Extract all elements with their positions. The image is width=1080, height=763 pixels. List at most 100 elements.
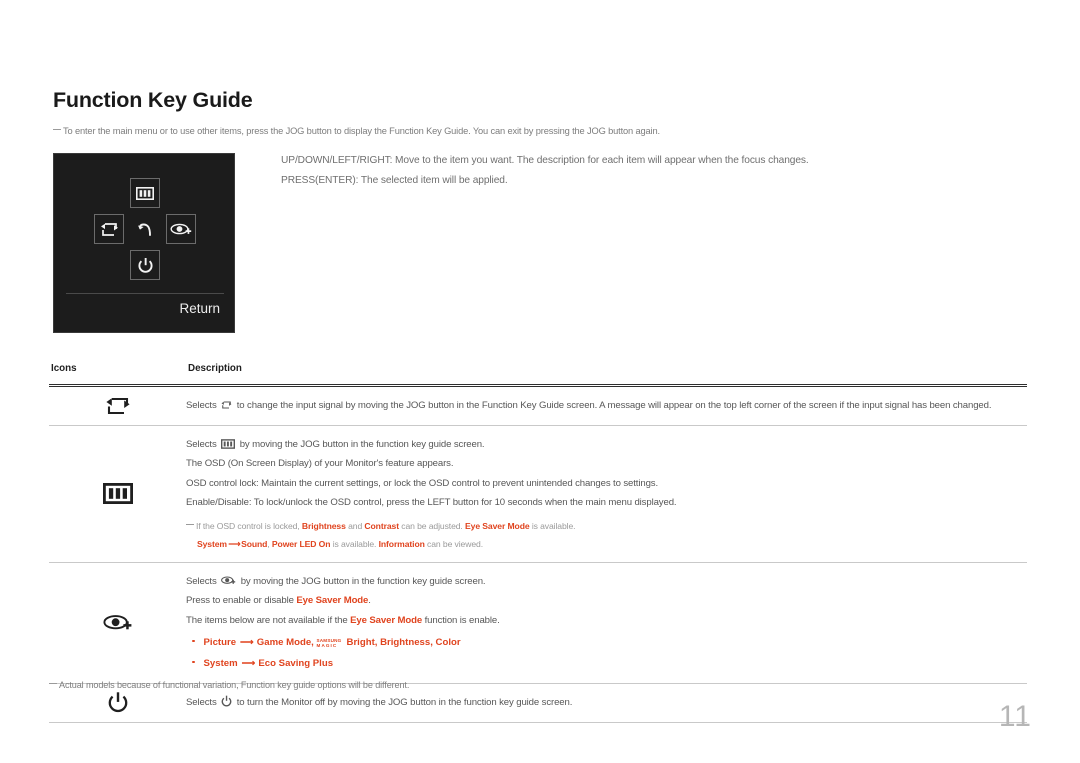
description-line: Enable/Disable: To lock/unlock the OSD c… xyxy=(186,497,677,508)
table-header-description: Description xyxy=(188,363,242,374)
desc-seg-highlight: Eye Saver Mode xyxy=(350,614,423,626)
table-row: Selects by moving the JOG button in the … xyxy=(49,563,1027,684)
osd-key-source xyxy=(94,214,124,244)
table-bottom-rule xyxy=(49,721,1027,723)
bullet-item: System ⟶ Eco Saving Plus xyxy=(186,653,1023,674)
row-description-menu: Selects by moving the JOG button in the … xyxy=(186,426,1027,562)
osd-key-back xyxy=(130,214,160,244)
desc-seg: function is enable. xyxy=(422,614,500,626)
bullet-text-before: System xyxy=(203,658,238,669)
row-description-eye-saver: Selects by moving the JOG button in the … xyxy=(186,563,1027,684)
table-header-row: Icons Description xyxy=(49,363,1027,384)
arrow-glyph: ⟶ xyxy=(240,637,254,648)
description-line: OSD control lock: Maintain the current s… xyxy=(186,477,659,489)
osd-key-cross xyxy=(54,160,236,280)
arrow-icon: ⟶ xyxy=(240,637,254,648)
arrow-icon: ⟶ xyxy=(226,538,242,549)
osd-preview-panel: Return xyxy=(53,153,235,333)
sub-note-seg: is available. xyxy=(529,520,576,531)
eye-saver-icon xyxy=(102,613,133,633)
description-line: Selects by moving the JOG button in the … xyxy=(186,572,1023,592)
source-icon xyxy=(100,221,119,238)
intro-note-text: To enter the main menu or to use other i… xyxy=(63,126,660,136)
note-dash-icon xyxy=(53,129,61,130)
sub-note-seg-highlight: Contrast xyxy=(364,520,399,531)
bullet-item: Picture ⟶ Game Mode, SAMSUNG MAGIC Bright, B… xyxy=(186,632,1023,653)
osd-key-menu xyxy=(130,178,160,208)
osd-return-label: Return xyxy=(179,301,220,316)
bullet-text-after: Bright, Brightness, Color xyxy=(346,637,461,648)
arrow-icon: ⟶ xyxy=(241,658,256,669)
description-line: Selects by moving the JOG button in the … xyxy=(186,435,1023,455)
sub-note-seg: is available. xyxy=(330,538,379,549)
sub-note: System ⟶ Sound, Power LED On is availabl… xyxy=(186,535,1023,553)
eye-saver-icon xyxy=(221,575,236,586)
desc-text-post: by moving the JOG button in the function… xyxy=(237,438,485,450)
sub-note: If the OSD control is locked, Brightness… xyxy=(186,517,1023,535)
arrow-glyph: ⟶ xyxy=(241,658,256,669)
row-description-source: Selects to change the input signal by mo… xyxy=(186,387,1027,425)
source-icon xyxy=(221,400,232,410)
desc-text-pre: Selects xyxy=(186,438,220,450)
row-icon-power xyxy=(49,691,186,714)
instruction-line-2: PRESS(ENTER): The selected item will be … xyxy=(281,175,508,186)
desc-text-post: to turn the Monitor off by moving the JO… xyxy=(234,697,573,708)
sub-note-seg-highlight: Power LED On xyxy=(271,538,331,549)
sub-note-seg-highlight: Sound xyxy=(241,538,268,549)
source-icon xyxy=(105,394,131,418)
menu-icon xyxy=(136,186,154,200)
bullet-text-before: Picture xyxy=(203,637,237,648)
osd-key-power xyxy=(130,250,160,280)
desc-seg: The items below are not available if the xyxy=(186,614,351,626)
row-icon-source xyxy=(49,394,186,418)
description-line: The items below are not available if the… xyxy=(186,611,1023,631)
desc-seg-highlight: Eye Saver Mode xyxy=(296,595,369,606)
sub-note-seg-highlight: Brightness xyxy=(301,520,346,531)
note-dash-icon xyxy=(186,523,194,525)
sub-note-seg: If the OSD control is locked, xyxy=(196,520,302,531)
table-header-icons: Icons xyxy=(51,363,77,374)
sub-note-seg: can be viewed. xyxy=(424,538,483,549)
osd-key-eye-saver xyxy=(166,214,196,244)
menu-icon xyxy=(102,483,133,504)
desc-text-pre: Selects xyxy=(186,575,220,587)
page-number: 11 xyxy=(998,700,1032,733)
description-line: Press to enable or disable Eye Saver Mod… xyxy=(186,591,1023,611)
description-line: Selects to change the input signal by mo… xyxy=(186,396,1023,416)
bullet-text-mid: Eco Saving Plus xyxy=(258,658,334,669)
bullet-dot-icon xyxy=(192,660,195,663)
power-icon xyxy=(107,691,129,714)
power-icon xyxy=(137,257,154,274)
desc-seg: Press to enable or disable xyxy=(186,595,297,606)
footer-note: Actual models because of functional vari… xyxy=(49,680,409,690)
menu-icon xyxy=(221,438,236,449)
desc-text-pre: Selects xyxy=(186,697,220,708)
document-page: Function Key Guide To enter the main men… xyxy=(0,0,1080,763)
table-row: Selects to change the input signal by mo… xyxy=(49,387,1027,425)
back-icon xyxy=(137,221,154,238)
row-icon-menu xyxy=(49,483,186,504)
osd-divider xyxy=(66,293,224,294)
function-key-table: Icons Description Selects to change the xyxy=(49,363,1027,723)
instruction-line-1: UP/DOWN/LEFT/RIGHT: Move to the item you… xyxy=(281,155,809,166)
bullet-text-mid: Game Mode, xyxy=(256,637,317,648)
table-row: Selects by moving the JOG button in the … xyxy=(49,426,1027,562)
sub-note-seg-highlight: System xyxy=(197,538,227,549)
sub-note-seg: can be adjusted. xyxy=(398,520,466,531)
magic-bottom-text: MAGIC xyxy=(316,642,338,648)
desc-text-pre: Selects xyxy=(186,400,220,411)
intro-note: To enter the main menu or to use other i… xyxy=(53,126,1003,136)
row-icon-eye-saver xyxy=(49,613,186,633)
desc-seg: . xyxy=(368,595,371,606)
samsung-magic-logo: SAMSUNG MAGIC xyxy=(317,635,347,648)
page-title: Function Key Guide xyxy=(53,88,253,112)
description-line: The OSD (On Screen Display) of your Moni… xyxy=(186,458,454,469)
sub-note-seg-highlight: Information xyxy=(378,538,425,549)
desc-text-post: to change the input signal by moving the… xyxy=(234,400,992,411)
sub-note-seg-highlight: Eye Saver Mode xyxy=(465,520,530,531)
description-line: Selects to turn the Monitor off by movin… xyxy=(186,693,1023,713)
bullet-dot-icon xyxy=(192,639,195,642)
eye-saver-icon xyxy=(170,222,192,237)
sub-note-seg: and xyxy=(345,520,365,531)
power-icon xyxy=(221,695,232,707)
